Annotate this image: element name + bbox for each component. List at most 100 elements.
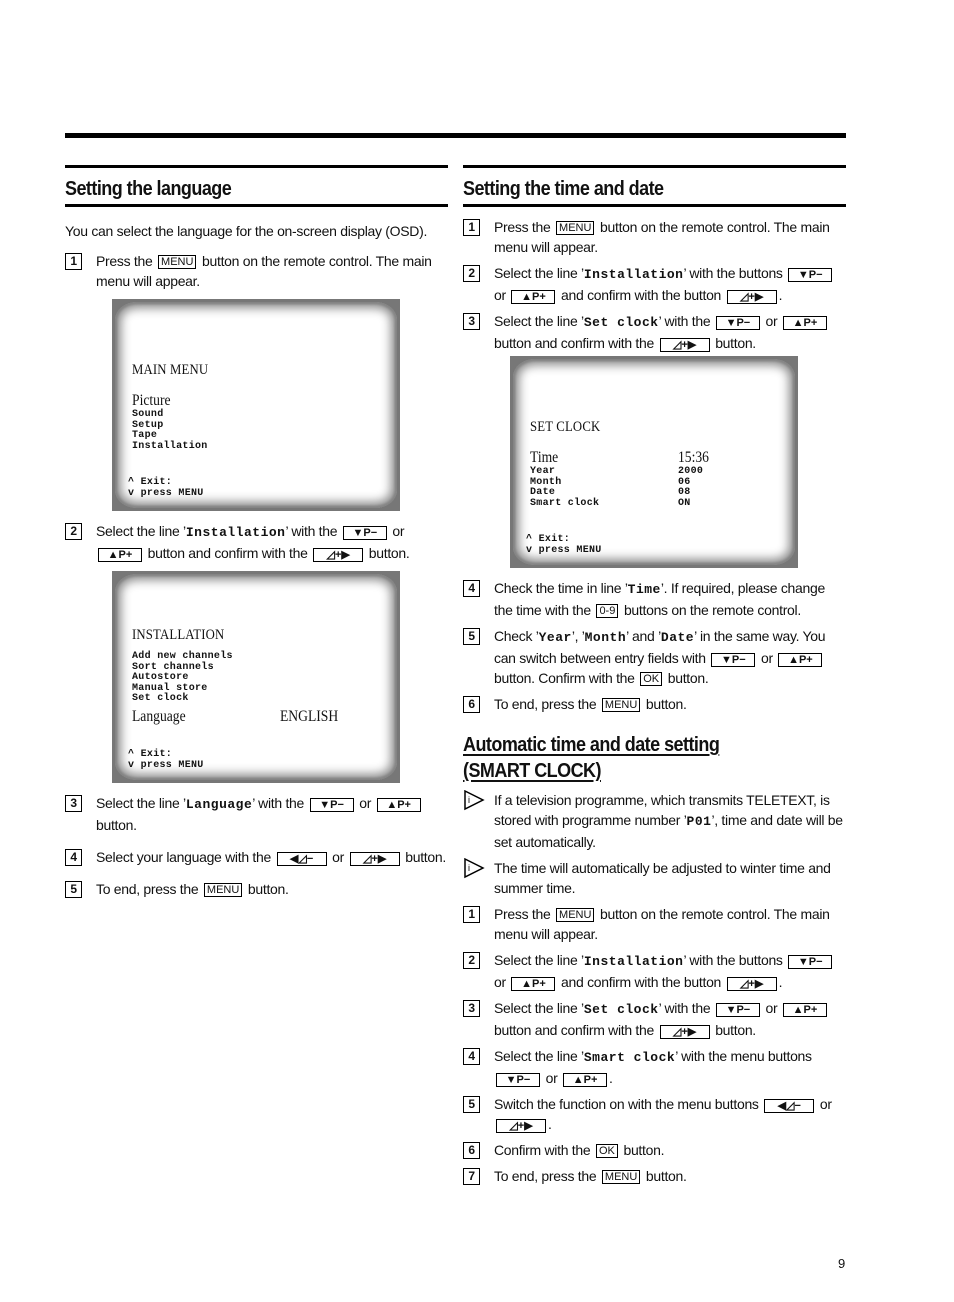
svg-text:i: i	[468, 795, 470, 805]
p-minus-key: ▼P−	[342, 526, 387, 540]
step-number: 2	[463, 952, 480, 969]
step-5: 5 To end, press the MENU button.	[65, 879, 448, 899]
osd-line-name: Set clock	[583, 315, 659, 330]
step-number: 3	[463, 1000, 480, 1017]
step-number: 6	[463, 1142, 480, 1159]
p-plus-key: ▲P+	[511, 290, 556, 304]
vol-minus-key: ◀◿−	[276, 852, 327, 866]
osd-row: Month 06	[530, 476, 691, 488]
osd-item: Autostore	[132, 672, 189, 683]
osd-selected-value: 15:36	[678, 449, 709, 466]
osd-line-name: Installation	[185, 525, 286, 540]
step-number: 4	[463, 580, 480, 597]
tv-screen-set-clock: SET CLOCK Time 15:36 Year 2000 Month 06 Da…	[510, 356, 798, 568]
step-2: 2 Select the line ’Installation’ with th…	[65, 521, 448, 563]
osd-item: Setup	[132, 419, 164, 431]
vol-plus-key: ◿+▶	[726, 977, 777, 991]
smart-step-5: 5 Switch the function on with the menu b…	[463, 1094, 846, 1134]
section-rule	[463, 204, 846, 207]
step-4: 4 Select your language with the ◀◿− or ◿…	[65, 847, 448, 867]
step-3: 3 Select the line ’Language’ with the ▼P…	[65, 793, 448, 835]
step-number: 2	[65, 523, 82, 540]
osd-title: INSTALLATION	[132, 627, 225, 643]
smart-step-1: 1 Press the MENU button on the remote co…	[463, 904, 846, 944]
step-number: 1	[463, 219, 480, 236]
intro-text: You can select the language for the on-s…	[65, 223, 428, 239]
osd-title: SET CLOCK	[530, 419, 601, 435]
vol-plus-key: ◿+▶	[349, 852, 400, 866]
top-rule	[65, 133, 846, 138]
osd-line-name: Time	[627, 582, 661, 597]
osd-item: Tape	[132, 430, 158, 441]
osd-line-name: Language	[185, 797, 253, 812]
p-minus-key: ▼P−	[715, 316, 760, 330]
vol-minus-key: ◀◿−	[764, 1099, 815, 1113]
step-number: 5	[463, 628, 480, 645]
p-minus-key: ▼P−	[788, 268, 833, 282]
step-4: 4 Check the time in line ’Time’. If requ…	[463, 578, 846, 620]
osd-row: Year 2000	[530, 466, 704, 477]
section-title: Setting the time and date	[463, 178, 664, 200]
osd-footer: ^ Exit: v press MENU	[128, 477, 204, 499]
osd-item: Add new channels	[132, 651, 233, 662]
step-number: 2	[463, 265, 480, 282]
smart-step-4: 4 Select the line ’Smart clock’ with the…	[463, 1046, 846, 1088]
osd-line-name: Installation	[583, 954, 684, 969]
step-number: 3	[463, 313, 480, 330]
smart-clock-title: Automatic time and date setting	[463, 734, 720, 756]
menu-key: MENU	[203, 883, 243, 897]
step-6: 6 To end, press the MENU button.	[463, 694, 846, 714]
p-plus-key: ▲P+	[778, 653, 823, 667]
osd-line-name: Smart clock	[583, 1050, 676, 1065]
vol-plus-key: ◿+▶	[496, 1119, 546, 1133]
osd-footer: ^ Exit: v press MENU	[128, 749, 204, 771]
step-number: 5	[65, 881, 82, 898]
p-plus-key: ▲P+	[563, 1073, 608, 1087]
osd-row: Smart clock ON	[530, 497, 691, 509]
step-3: 3 Select the line ’Set clock’ with the ▼…	[463, 311, 846, 353]
programme-number: P01	[686, 814, 712, 829]
step-number: 3	[65, 795, 82, 812]
p-plus-key: ▲P+	[98, 548, 142, 562]
tv-screen-main-menu: MAIN MENU Picture Sound Setup Tape Insta…	[112, 299, 400, 511]
p-minus-key: ▼P−	[711, 653, 756, 667]
language-section: Setting the language You can select the …	[65, 165, 448, 905]
osd-selected-item: Picture	[132, 392, 171, 409]
menu-key: MENU	[556, 221, 595, 235]
menu-key: MENU	[158, 255, 197, 269]
smart-clock-title-line2: (SMART CLOCK)	[463, 760, 602, 782]
p-minus-key: ▼P−	[715, 1003, 760, 1017]
menu-key: MENU	[601, 1170, 641, 1184]
osd-selected-value: ENGLISH	[280, 707, 339, 725]
vol-plus-key: ◿+▶	[726, 290, 777, 304]
step-number: 1	[463, 906, 480, 923]
info-note: i If a television programme, which trans…	[463, 790, 846, 852]
time-section: Setting the time and date 1 Press the ME…	[463, 165, 846, 1192]
osd-selected-item: Time	[530, 449, 559, 466]
p-minus-key: ▼P−	[309, 798, 354, 812]
step-number: 7	[463, 1168, 480, 1185]
smart-step-3: 3 Select the line ’Set clock’ with the ▼…	[463, 998, 846, 1040]
tv-screen-installation: INSTALLATION Add new channels Sort chann…	[112, 571, 400, 783]
p-minus-key: ▼P−	[496, 1073, 540, 1087]
info-triangle-icon: i	[464, 858, 485, 879]
smart-step-7: 7 To end, press the MENU button.	[463, 1166, 846, 1186]
step-2: 2 Select the line ’Installation’ with th…	[463, 263, 846, 305]
info-triangle-icon: i	[464, 790, 485, 811]
smart-step-2: 2 Select the line ’Installation’ with th…	[463, 950, 846, 992]
section-title: Setting the language	[65, 178, 232, 200]
step-number: 1	[65, 253, 82, 270]
info-note: i The time will automatically be adjuste…	[463, 858, 846, 898]
osd-item: Set clock	[132, 693, 189, 704]
p-plus-key: ▲P+	[376, 798, 421, 812]
step-1: 1 Press the MENU button on the remote co…	[65, 251, 448, 291]
vol-plus-key: ◿+▶	[659, 338, 710, 352]
step-5: 5 Check ’Year’, ’Month’ and ’Date’ in th…	[463, 626, 846, 688]
section-rule	[65, 204, 448, 207]
step-number: 6	[463, 696, 480, 713]
smart-step-6: 6 Confirm with the OK button.	[463, 1140, 846, 1160]
p-plus-key: ▲P+	[782, 316, 827, 330]
ok-key: OK	[640, 672, 663, 686]
svg-text:i: i	[468, 863, 470, 873]
vol-plus-key: ◿+▶	[313, 548, 364, 562]
